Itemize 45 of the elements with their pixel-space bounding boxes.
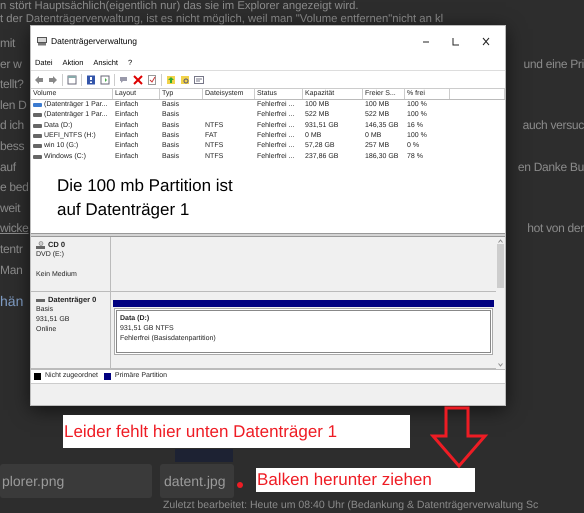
attachment-card[interactable]: plorer.png: [0, 464, 152, 498]
text-fragment: n stört Hauptsächlich(eigentlich nur) das sie im Explorer angezeigt wird.: [0, 0, 359, 12]
window-title: Datenträgerverwaltung: [51, 34, 137, 48]
close-icon[interactable]: [481, 36, 491, 46]
text-fragment: er w: [0, 56, 22, 73]
text-fragment: bess: [0, 138, 24, 155]
scrollbar[interactable]: [496, 237, 505, 369]
cd-drive-icon: [36, 241, 45, 249]
text-fragment: Man: [0, 262, 22, 279]
text-fragment: len D: [0, 96, 27, 114]
text-fragment: hot von der: [527, 220, 584, 238]
scrollbar-thumb[interactable]: [497, 244, 504, 288]
down-arrow-drawing: [430, 406, 490, 469]
window-icon[interactable]: [67, 74, 77, 84]
text-fragment: auch versuc: [522, 117, 584, 134]
panel-icon[interactable]: [100, 74, 110, 84]
attachment-card[interactable]: datent.jpg: [160, 464, 234, 498]
image-thumbnail: [175, 449, 233, 462]
text-fragment: weit: [0, 200, 20, 217]
folder-up-icon[interactable]: [166, 74, 176, 84]
text-fragment: en Danke Bu: [518, 158, 584, 176]
back-arrow-icon[interactable]: [34, 74, 44, 84]
text-fragment: und eine Pri: [524, 56, 584, 73]
edit-note: Zuletzt bearbeitet: Heute um 08:40 Uhr (Bedankung & Datenträgerverwaltung Sc: [163, 499, 538, 512]
properties-icon[interactable]: [194, 74, 204, 84]
callout-note: Leider fehlt hier unten Datenträger 1: [63, 415, 410, 448]
text-fragment: auf: [0, 158, 16, 176]
overlay-note: Die 100 mb Partition ist auf Datenträger 1: [57, 175, 233, 221]
text-link[interactable]: wicke: [0, 218, 29, 239]
callout-note: Balken herunter ziehen: [256, 468, 475, 492]
text-fragment: mit: [0, 35, 16, 52]
text-fragment: t der Datenträgerverwaltung, ist es nicht möglich, weil man "Volume entfernen"nicht an kl: [0, 12, 444, 25]
speech-bubble-icon[interactable]: [119, 74, 129, 84]
forward-arrow-icon[interactable]: [48, 74, 58, 84]
delete-icon[interactable]: [133, 74, 143, 84]
disk-management-icon: [37, 36, 47, 46]
folder-search-icon[interactable]: [180, 74, 190, 84]
text-fragment: tentr: [0, 240, 23, 258]
maximize-icon[interactable]: [451, 36, 461, 46]
checklist-icon[interactable]: [147, 74, 157, 84]
heading-link[interactable]: hän: [0, 293, 24, 309]
dot-mark: [237, 482, 243, 488]
text-fragment: tellt?: [0, 76, 24, 94]
text-fragment: d ich: [0, 117, 24, 134]
text-fragment: e bed: [0, 179, 29, 196]
